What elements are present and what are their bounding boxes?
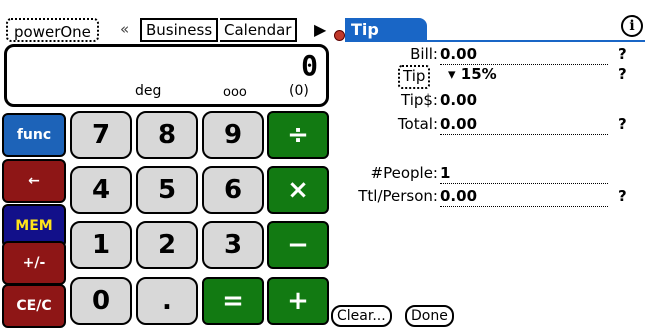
bill-help-button[interactable]: ? [618,44,627,64]
per-person-label: Ttl/Person: [358,187,438,205]
key-1[interactable]: 1 [70,221,132,269]
total-field[interactable]: 0.00 [440,114,608,135]
clear-entry-button[interactable]: CE/C [2,284,66,328]
title-underline [345,40,645,42]
angle-mode: deg [135,83,162,99]
key-8[interactable]: 8 [136,111,198,159]
display-value: 0 [301,49,318,82]
tip-amount-value: 0.00 [440,91,478,109]
tip-popup-trigger[interactable]: Tip [398,65,431,89]
paren-count: (0) [289,83,309,99]
key-9[interactable]: 9 [202,111,264,159]
backspace-button[interactable]: ← [2,159,66,203]
sign-button[interactable]: +/- [2,241,66,285]
minus-button[interactable]: − [267,221,329,269]
people-field[interactable]: 1 [440,163,608,184]
key-0[interactable]: 0 [70,277,132,325]
key-6[interactable]: 6 [202,166,264,214]
multiply-button[interactable]: × [267,166,329,214]
info-icon[interactable]: i [621,15,643,37]
key-3[interactable]: 3 [202,221,264,269]
equals-button[interactable]: = [202,277,264,325]
func-button[interactable]: func [2,113,66,157]
digit-indicator: ooo [223,85,247,100]
total-label: Total: [397,115,438,133]
form-title: Tip [345,18,427,42]
plus-button[interactable]: + [267,277,329,325]
app-tab-poweone[interactable]: powerOne [6,18,99,42]
calculator-display: 0 deg ooo (0) [4,44,329,107]
top-tab-bar: powerOne « Business Calendar ▶ Tip i [0,0,649,42]
done-button[interactable]: Done [405,305,454,327]
key-5[interactable]: 5 [136,166,198,214]
scroll-left-icon[interactable]: « [120,20,129,38]
key-4[interactable]: 4 [70,166,132,214]
bill-label: Bill: [410,45,438,63]
divide-button[interactable]: ÷ [267,111,329,159]
tip-amount-label: Tip$: [401,91,438,109]
tab-business[interactable]: Business [140,18,219,42]
key-2[interactable]: 2 [136,221,198,269]
decimal-button[interactable]: . [136,277,198,325]
tab-calendar[interactable]: Calendar [220,18,298,42]
key-7[interactable]: 7 [70,111,132,159]
tip-percent-value[interactable]: ▾ 15% [448,64,497,84]
people-label: #People: [370,164,438,182]
clear-button[interactable]: Clear... [331,305,392,327]
tip-help-button[interactable]: ? [618,64,627,84]
per-person-help-button[interactable]: ? [618,186,627,206]
bill-field[interactable]: 0.00 [440,44,608,65]
scroll-right-icon[interactable]: ▶ [314,20,326,39]
total-help-button[interactable]: ? [618,114,627,134]
close-icon[interactable] [334,30,345,41]
per-person-field[interactable]: 0.00 [440,186,608,207]
